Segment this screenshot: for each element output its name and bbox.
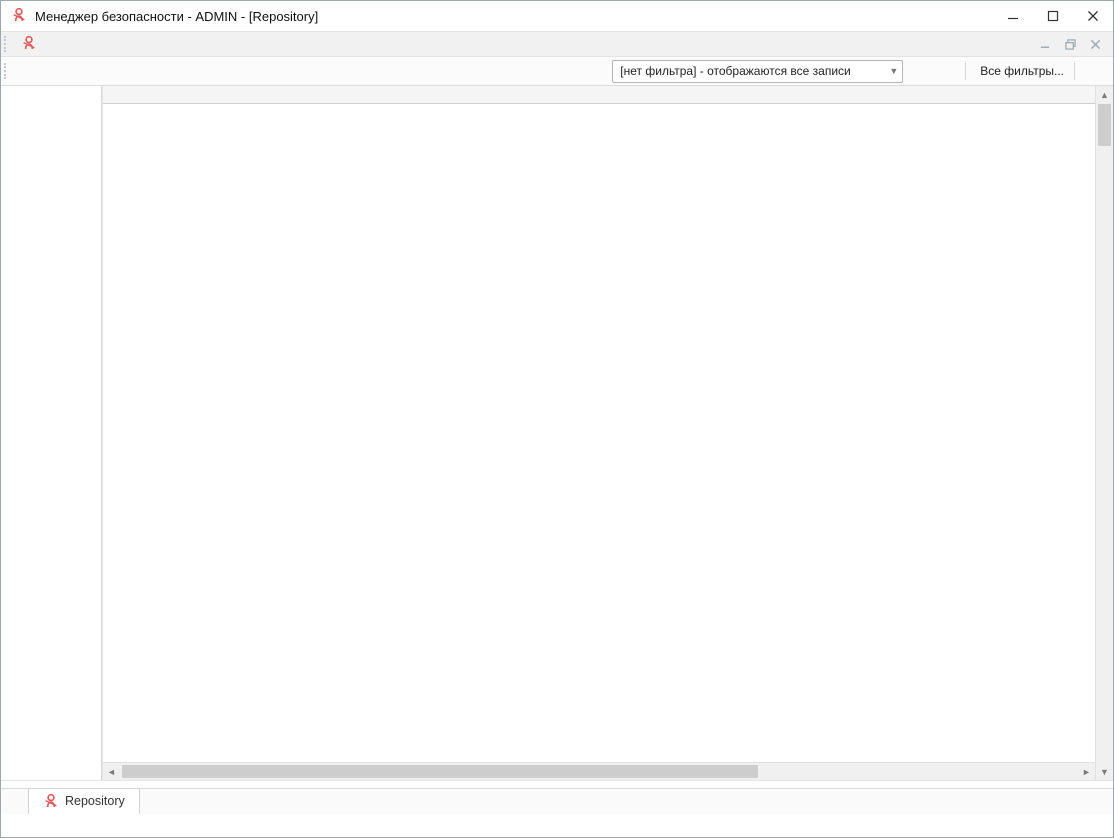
filter-combobox-value: [нет фильтра] - отображаются все записи bbox=[620, 64, 850, 78]
all-filters-button[interactable]: Все фильтры... bbox=[970, 64, 1070, 78]
refresh-icon[interactable] bbox=[69, 59, 95, 83]
access-log-grid: ◄ ► ▲ ▼ bbox=[102, 86, 1113, 780]
scroll-up-icon[interactable]: ▲ bbox=[1096, 86, 1113, 103]
vertical-scroll-thumb[interactable] bbox=[1098, 104, 1111, 146]
toolbar: [нет фильтра] - отображаются все записи … bbox=[1, 57, 1113, 86]
tab-bar: Repository bbox=[1, 788, 1113, 814]
maximize-button[interactable] bbox=[1033, 1, 1073, 31]
menu-grip bbox=[4, 36, 11, 52]
scroll-left-icon[interactable]: ◄ bbox=[103, 763, 120, 780]
close-button[interactable] bbox=[1073, 1, 1113, 31]
mdi-minimize-icon[interactable] bbox=[1040, 39, 1051, 50]
mdi-child-logo-icon[interactable] bbox=[21, 35, 37, 54]
status-bar: Ожидание... Загружено записей: 389233 bbox=[1, 814, 1113, 837]
status-text: Ожидание... bbox=[11, 819, 82, 833]
toolbar-grip bbox=[4, 63, 11, 79]
grid-header bbox=[103, 86, 1095, 104]
mdi-restore-icon[interactable] bbox=[1065, 39, 1076, 50]
mdi-close-icon[interactable] bbox=[1090, 39, 1101, 50]
menu-bar bbox=[1, 31, 1113, 57]
repository-logo-icon bbox=[43, 793, 59, 809]
sidebar bbox=[1, 86, 102, 780]
scroll-down-icon[interactable]: ▼ bbox=[1096, 763, 1113, 780]
copy-icon[interactable] bbox=[17, 59, 43, 83]
horizontal-scroll-thumb[interactable] bbox=[122, 765, 758, 778]
filter-combobox[interactable]: [нет фильтра] - отображаются все записи … bbox=[612, 60, 903, 83]
app-logo-icon bbox=[11, 7, 27, 26]
records-loaded-label: Загружено записей: 389233 bbox=[901, 819, 1061, 833]
scroll-right-icon[interactable]: ► bbox=[1078, 763, 1095, 780]
vertical-scrollbar[interactable]: ▲ ▼ bbox=[1095, 86, 1113, 780]
resize-grip[interactable] bbox=[1097, 822, 1111, 836]
save-icon[interactable] bbox=[95, 59, 121, 83]
edit-filter-icon[interactable] bbox=[935, 59, 961, 83]
window-title: Менеджер безопасности - ADMIN - [Reposit… bbox=[35, 9, 993, 24]
horizontal-scrollbar[interactable]: ◄ ► bbox=[103, 762, 1095, 780]
clear-filter-icon[interactable] bbox=[909, 59, 935, 83]
grid-body bbox=[103, 104, 1095, 762]
title-bar: Менеджер безопасности - ADMIN - [Reposit… bbox=[1, 1, 1113, 31]
document-icon[interactable] bbox=[43, 59, 69, 83]
app-window: Менеджер безопасности - ADMIN - [Reposit… bbox=[0, 0, 1114, 838]
minimize-button[interactable] bbox=[993, 1, 1033, 31]
tab-repository[interactable]: Repository bbox=[28, 788, 140, 814]
chevron-down-icon: ▼ bbox=[889, 66, 898, 76]
print-icon[interactable] bbox=[1079, 59, 1105, 83]
